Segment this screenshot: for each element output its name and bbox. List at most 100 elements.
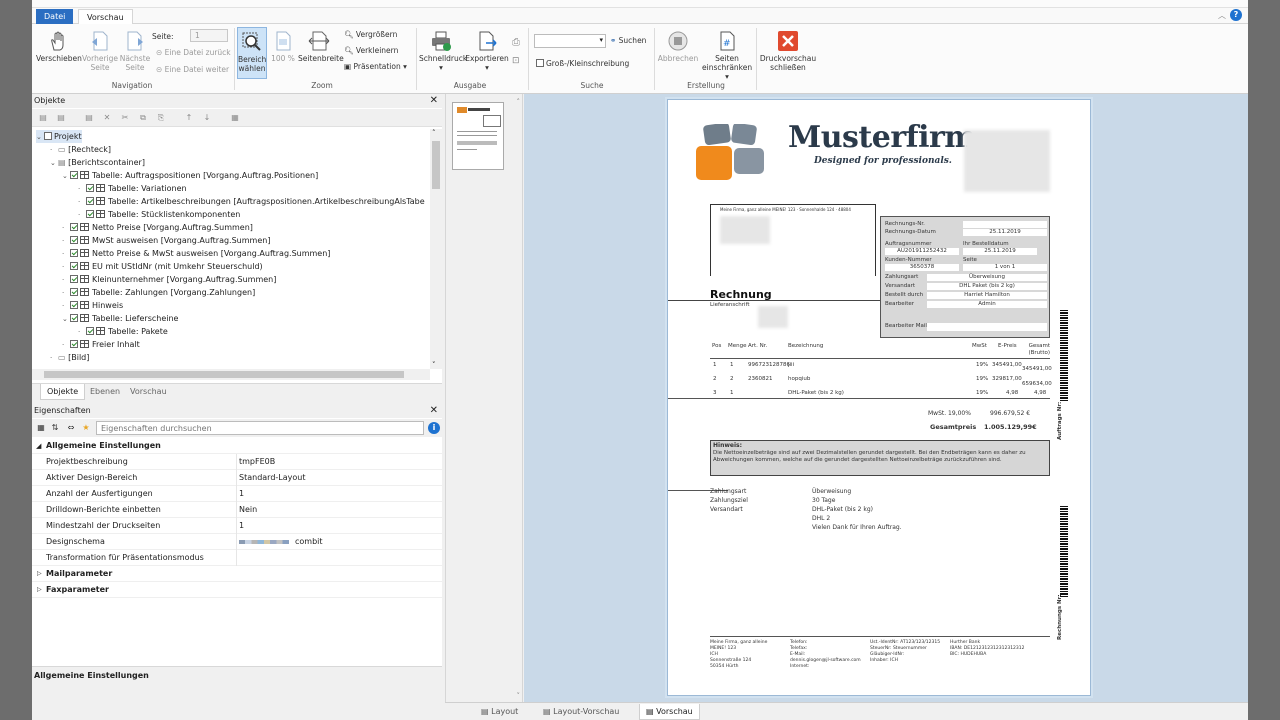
collapse-ribbon-icon[interactable]: ︿	[1218, 10, 1226, 21]
category-allgemeine-einstellungen[interactable]: ◢ Allgemeine Einstellungen	[32, 438, 442, 454]
property-row[interactable]: Designschema combit	[32, 534, 442, 550]
tree-item[interactable]: · Tabelle: Stücklistenkomponenten	[78, 208, 240, 221]
move-up-icon[interactable]: ↑	[184, 113, 194, 123]
suchen-button[interactable]: ⚭ Suchen	[610, 36, 646, 46]
eine-datei-zurueck-button[interactable]: ⊝ Eine Datei zurück	[156, 48, 231, 58]
property-row[interactable]: Transformation für Präsentationsmodus	[32, 550, 442, 566]
star-icon[interactable]: ★	[81, 423, 91, 433]
send-icon[interactable]: ⊡	[512, 56, 520, 66]
verschieben-button[interactable]: Verschieben	[36, 30, 82, 63]
box-value: AU201911252432	[885, 248, 959, 255]
seitenbreite-button[interactable]: Seitenbreite	[298, 30, 344, 63]
seite-input[interactable]: 1	[190, 29, 228, 42]
row3-epreis: 4,98	[1006, 390, 1019, 396]
tree-item[interactable]: · Netto Preise [Vorgang.Auftrag.Summen]	[62, 221, 253, 234]
verkleinern-button[interactable]: 🔍︎ Verkleinern	[344, 46, 398, 56]
eine-datei-weiter-button[interactable]: ⊝ Eine Datei weiter	[156, 65, 229, 75]
vorherige-seite-button[interactable]: Vorherige Seite	[82, 30, 118, 72]
tab-layout-vorschau[interactable]: ▤ Layout-Vorschau	[537, 704, 625, 720]
box-value: Admin	[927, 301, 1047, 308]
vertical-scrollbar[interactable]: ˄ ˅	[430, 129, 442, 369]
tree-item[interactable]: · Netto Preise & MwSt ausweisen [Vorgang.…	[62, 247, 330, 260]
tree-item[interactable]: ⌄ ▤ [Berichtscontainer]	[50, 156, 145, 169]
copy-icon[interactable]: ⧉	[138, 113, 148, 123]
page-thumbnail[interactable]	[452, 102, 504, 170]
properties-icon[interactable]: ▤	[84, 113, 94, 123]
tree-item[interactable]: · Tabelle: Pakete	[78, 325, 168, 338]
praesentation-button[interactable]: ▣ Präsentation ▾	[344, 62, 407, 72]
tree-item[interactable]: · Tabelle: Zahlungen [Vorgang.Zahlungen]	[62, 286, 255, 299]
property-row[interactable]: Anzahl der Ausfertigungen 1	[32, 486, 442, 502]
paste-icon[interactable]: ⎘	[156, 113, 166, 123]
tree-item[interactable]: · Hinweis	[62, 299, 123, 312]
property-row[interactable]: Drilldown-Berichte einbetten Nein	[32, 502, 442, 518]
tree-item[interactable]: · Kleinunternehmer [Vorgang.Auftrag.Summe…	[62, 273, 276, 286]
druckvorschau-schliessen-button[interactable]: Druckvorschau schließen	[758, 30, 818, 72]
close-icon[interactable]: ✕	[430, 94, 438, 108]
category-faxparameter[interactable]: ▷ Faxparameter	[32, 582, 442, 598]
tree-item[interactable]: · Freier Inhalt	[62, 338, 140, 351]
info-icon[interactable]: i	[428, 422, 440, 434]
tree-item[interactable]: · ▭ [Rechteck]	[50, 143, 111, 156]
tree-item[interactable]: ⌄ Tabelle: Lieferscheine	[62, 312, 178, 325]
gross-klein-label: Groß-/Kleinschreibung	[546, 59, 630, 68]
delete-icon[interactable]: ✕	[102, 113, 112, 123]
help-icon[interactable]: ?	[1230, 9, 1242, 21]
category-mailparameter[interactable]: ▷ Mailparameter	[32, 566, 442, 582]
search-input[interactable]: ▾	[534, 34, 606, 48]
table-icon	[80, 262, 89, 270]
new-object-icon[interactable]: ▤	[38, 113, 48, 123]
back-file-icon: ⊝	[156, 48, 165, 57]
property-row[interactable]: Mindestzahl der Druckseiten 1	[32, 518, 442, 534]
schnelldruck-button[interactable]: Schnelldruck ▾	[419, 30, 467, 72]
exportieren-label: Exportieren	[465, 54, 509, 63]
versandart-value: DHL-Paket (bis 2 kg)	[812, 506, 873, 513]
tree-item-label: Tabelle: Stücklistenkomponenten	[108, 210, 241, 219]
layer-icon[interactable]: ▦	[230, 113, 240, 123]
zoom-100-button[interactable]: 100 %	[270, 30, 296, 63]
print-icon[interactable]: ⎙	[512, 37, 520, 48]
expand-icon[interactable]: ⇔	[66, 423, 76, 433]
properties-search-input[interactable]	[96, 421, 424, 435]
svg-text:#: #	[723, 39, 731, 49]
tree-item[interactable]: · Tabelle: Artikelbeschreibungen [Auftrag…	[78, 195, 425, 208]
tab-datei[interactable]: Datei	[36, 9, 74, 24]
tree-item[interactable]: · MwSt ausweisen [Vorgang.Auftrag.Summen]	[62, 234, 270, 247]
row3-bez: DHL-Paket (bis 2 kg)	[788, 390, 844, 396]
sort-alpha-icon[interactable]: ⇅	[50, 423, 60, 433]
checkbox-icon	[44, 132, 52, 140]
chevron-up-icon[interactable]: ˄	[517, 98, 521, 106]
tree-item[interactable]: ⌄ Tabelle: Auftragspositionen [Vorgang.Au…	[62, 169, 318, 182]
seiten-einschraenken-button[interactable]: # Seiten einschränken ▾	[702, 30, 752, 81]
preview-pane: Musterfirm Designed for professionals. M…	[524, 94, 1248, 702]
vergroessern-button[interactable]: 🔍︎ Vergrößern	[344, 30, 397, 40]
naechste-seite-button[interactable]: Nächste Seite	[118, 30, 152, 72]
tree-item[interactable]: ⌄ Projekt	[36, 130, 82, 143]
zoom-in-icon: 🔍︎	[344, 30, 356, 39]
tab-vorschau-panel[interactable]: Vorschau	[124, 384, 173, 400]
tab-vorschau-view[interactable]: ▤ Vorschau	[639, 704, 700, 720]
horizontal-scrollbar[interactable]	[32, 369, 430, 380]
tree-item[interactable]: · Tabelle: Variationen	[78, 182, 187, 195]
tree-item[interactable]: · EU mit UStIdNr (mit Umkehr Steuerschuld…	[62, 260, 263, 273]
tree-item[interactable]: · ▭ [Bild]	[50, 351, 89, 364]
chevron-down-icon[interactable]: ˅	[517, 692, 521, 700]
categorized-icon[interactable]: ▦	[36, 423, 46, 433]
tab-objekte[interactable]: Objekte	[40, 384, 86, 400]
bereich-waehlen-button[interactable]: Bereich wählen	[237, 27, 267, 79]
tab-ebenen[interactable]: Ebenen	[84, 384, 126, 400]
property-row[interactable]: Aktiver Design-Bereich Standard-Layout	[32, 470, 442, 486]
close-icon[interactable]: ✕	[430, 404, 438, 418]
cut-icon[interactable]: ✂	[120, 113, 130, 123]
table-icon	[80, 340, 89, 348]
exportieren-button[interactable]: Exportieren ▾	[464, 30, 510, 72]
layout-preview-icon: ▤	[543, 707, 554, 716]
move-down-icon[interactable]: ↓	[202, 113, 212, 123]
tab-vorschau[interactable]: Vorschau	[78, 9, 133, 24]
tab-layout[interactable]: ▤ Layout	[475, 704, 524, 720]
abbrechen-button[interactable]: Abbrechen	[654, 30, 702, 63]
gross-klein-checkbox[interactable]: Groß-/Kleinschreibung	[536, 59, 629, 69]
new-container-icon[interactable]: ▤	[56, 113, 66, 123]
menu-bar: Datei Vorschau ︿ ?	[32, 8, 1248, 24]
property-row[interactable]: Projektbeschreibung tmpFE0B	[32, 454, 442, 470]
